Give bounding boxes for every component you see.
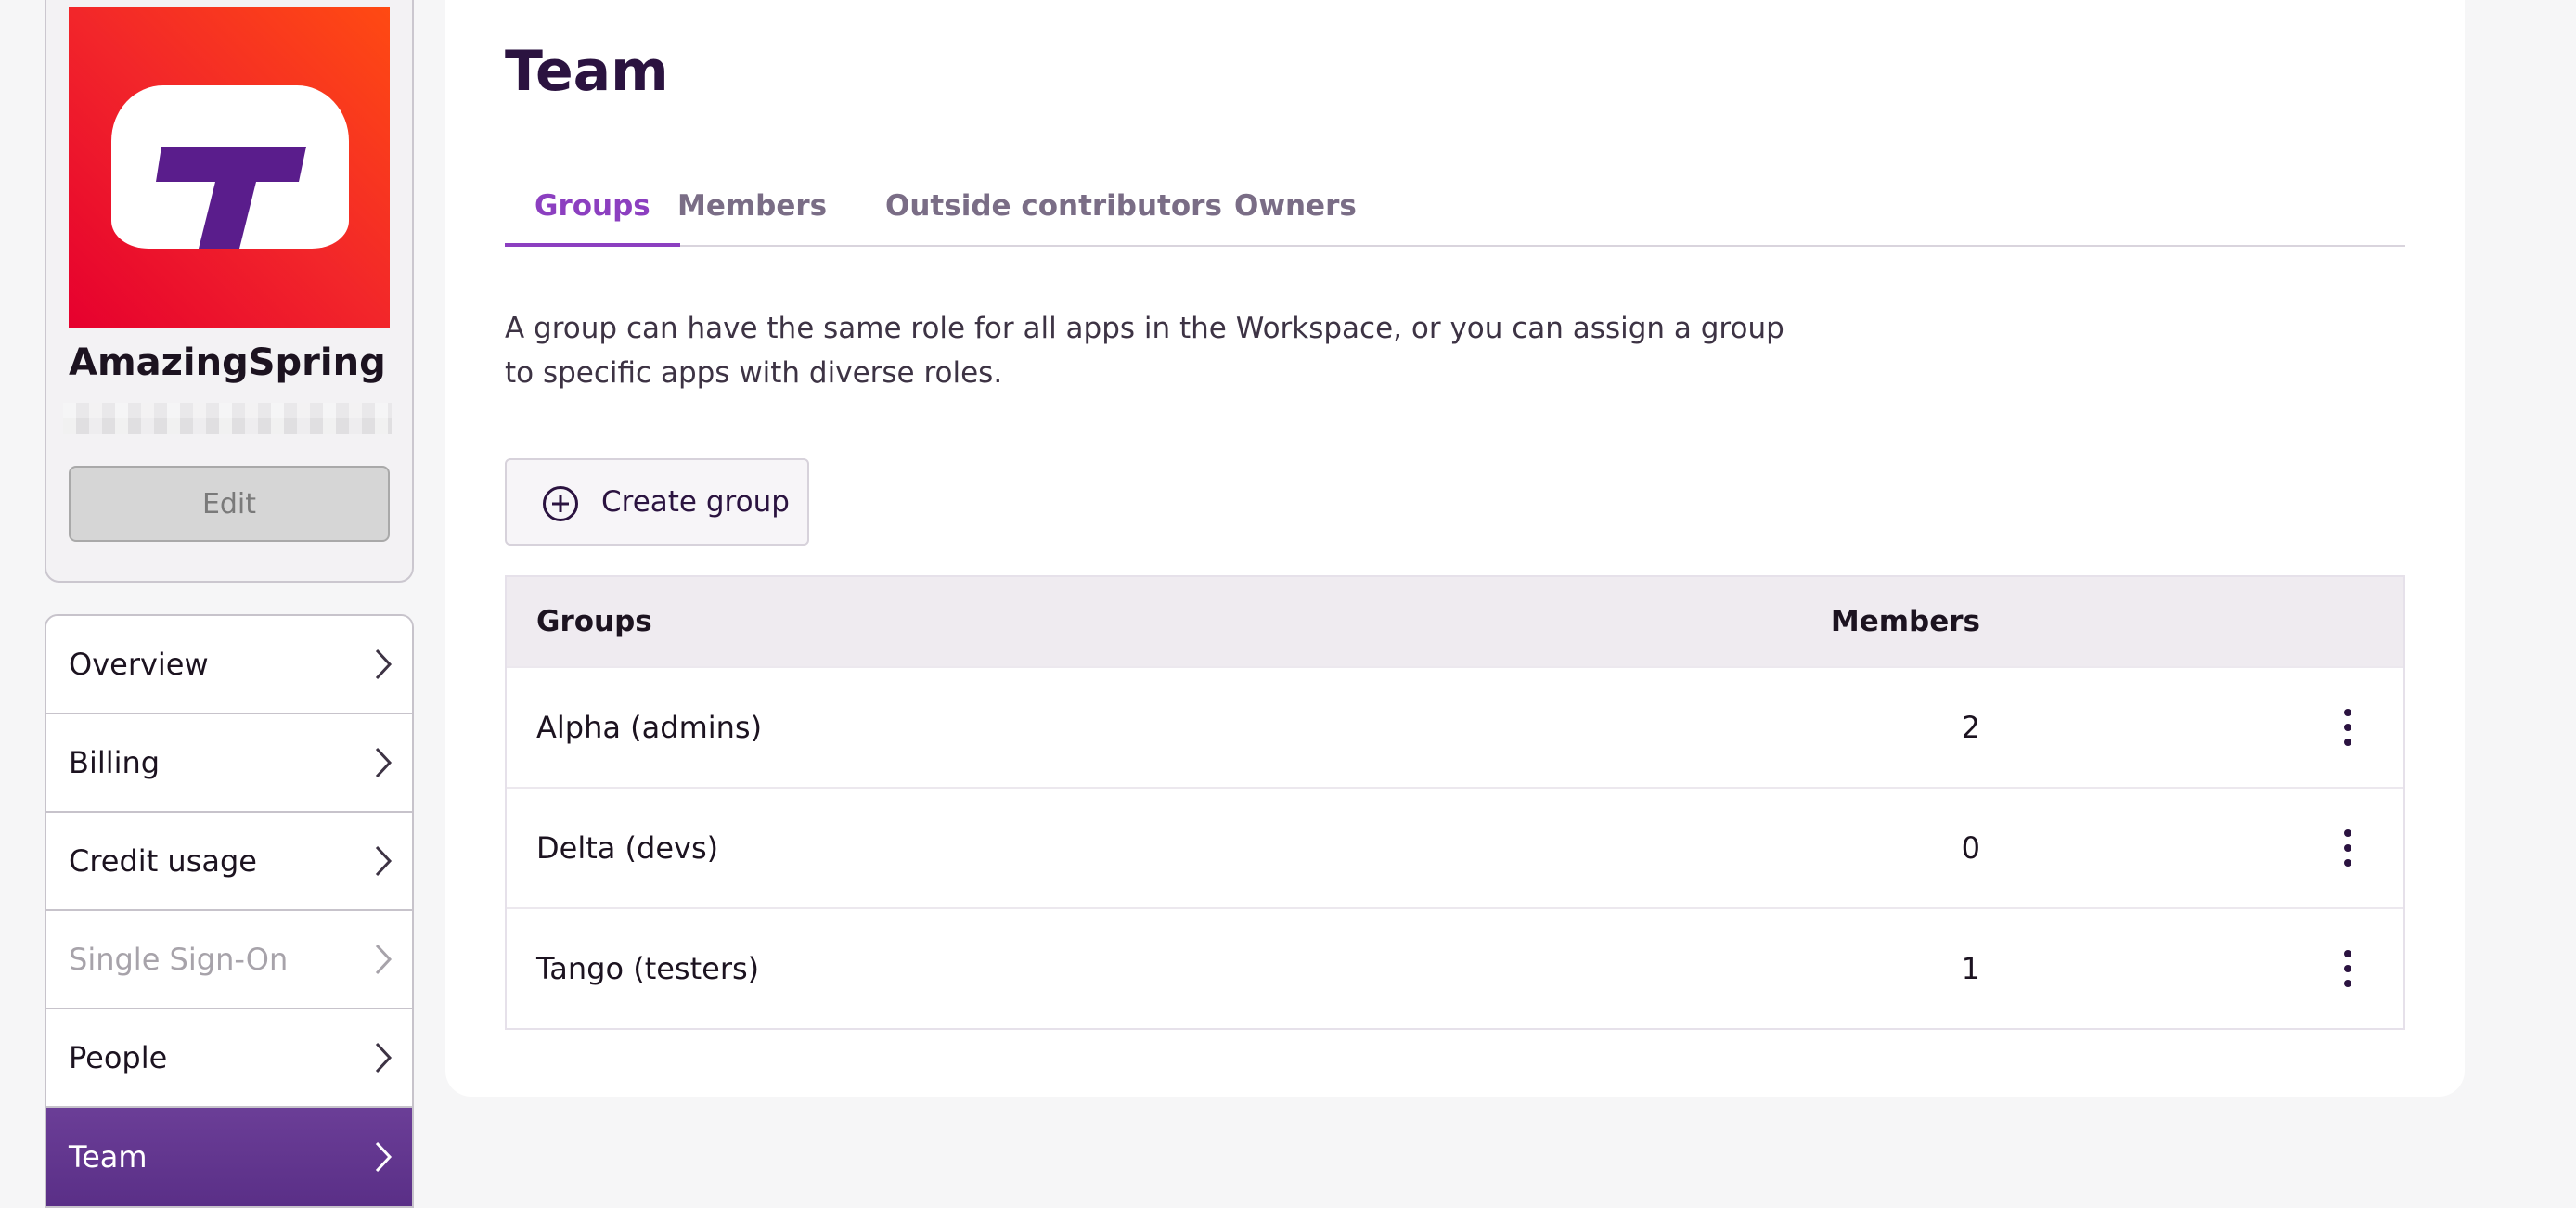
chevron-right-icon [375,845,393,877]
table-row: Alpha (admins) 2 [507,666,2403,787]
group-member-count: 0 [1961,830,1980,866]
settings-nav: Overview Billing Credit usage Single Sig… [45,614,414,1208]
create-group-label: Create group [601,485,790,519]
nav-item-credit-usage[interactable]: Credit usage [46,813,412,911]
group-member-count: 2 [1961,710,1980,745]
kebab-menu-icon[interactable] [2337,705,2359,750]
tab-outside-contributors[interactable]: Outside contributors [885,167,1222,245]
logo-letter-t-icon [156,147,306,249]
nav-item-team[interactable]: Team [46,1108,412,1206]
table-row: Delta (devs) 0 [507,787,2403,907]
nav-item-people[interactable]: People [46,1009,412,1108]
tab-owners[interactable]: Owners [1234,167,1357,245]
org-profile-card: AmazingSpring Edit [45,0,414,583]
nav-item-billing[interactable]: Billing [46,714,412,813]
nav-item-label: Team [69,1139,148,1175]
column-header-members: Members [1830,605,1980,638]
groups-table: Groups Members Alpha (admins) 2 Delta (d… [505,575,2405,1030]
create-group-button[interactable]: Create group [505,458,809,546]
org-subtitle-redacted [63,403,392,434]
nav-item-single-sign-on[interactable]: Single Sign-On [46,911,412,1009]
nav-item-overview[interactable]: Overview [46,616,412,714]
nav-item-label: Credit usage [69,843,257,879]
org-logo [69,7,390,328]
plus-circle-icon [543,486,578,521]
nav-item-label: Single Sign-On [69,942,289,977]
edit-button[interactable]: Edit [69,466,390,542]
nav-item-label: People [69,1040,168,1075]
chevron-right-icon [375,649,393,680]
table-header: Groups Members [507,577,2403,666]
chevron-right-icon [375,1141,393,1173]
kebab-menu-icon[interactable] [2337,946,2359,991]
team-tabs: Groups Members Outside contributors Owne… [505,167,2405,247]
nav-item-label: Billing [69,745,161,780]
page-title: Team [505,39,669,104]
kebab-menu-icon[interactable] [2337,826,2359,870]
org-name: AmazingSpring [69,341,386,384]
group-name: Alpha (admins) [536,710,763,745]
group-name: Tango (testers) [536,951,760,986]
chevron-right-icon [375,944,393,975]
group-name: Delta (devs) [536,830,719,866]
chevron-right-icon [375,1042,393,1073]
groups-description: A group can have the same role for all a… [505,312,1784,390]
nav-item-label: Overview [69,647,209,682]
tab-groups[interactable]: Groups [505,167,680,247]
table-row: Tango (testers) 1 [507,907,2403,1028]
group-member-count: 1 [1961,951,1980,986]
tab-members[interactable]: Members [677,167,827,245]
team-panel: Team Groups Members Outside contributors… [445,0,2465,1097]
chevron-right-icon [375,747,393,778]
column-header-groups: Groups [536,605,652,638]
